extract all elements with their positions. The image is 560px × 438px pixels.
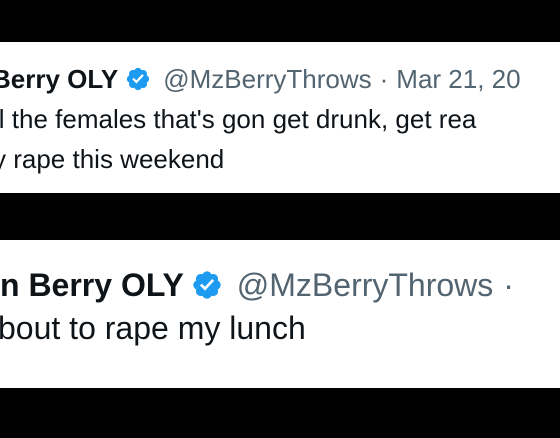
tweet-text-line: bout to rape my lunch (0, 310, 306, 346)
verified-badge-icon (125, 66, 151, 92)
header-separator: · (503, 266, 514, 303)
author-handle[interactable]: @MzBerryThrows (237, 267, 494, 304)
tweet-card[interactable]: n Berry OLY @MzBerryThrows · bout to rap… (0, 240, 560, 388)
tweet-header: n Berry OLY @MzBerryThrows · (0, 262, 514, 308)
author-display-name[interactable]: Berry OLY (0, 64, 118, 95)
tweet-header: Berry OLY @MzBerryThrows · Mar 21, 20 (0, 59, 521, 99)
tweet-card[interactable]: Berry OLY @MzBerryThrows · Mar 21, 20 ll… (0, 42, 560, 193)
author-handle[interactable]: @MzBerryThrows (163, 64, 371, 95)
verified-badge-icon (191, 269, 223, 301)
tweet-text-line: y rape this weekend (0, 144, 225, 174)
header-separator: · (379, 63, 389, 94)
tweet-text-line: ll the females that's gon get drunk, get… (0, 104, 477, 134)
screenshot-composite: Berry OLY @MzBerryThrows · Mar 21, 20 ll… (0, 0, 560, 438)
author-display-name[interactable]: n Berry OLY (0, 267, 184, 304)
tweet-date[interactable]: Mar 21, 20 (396, 64, 520, 95)
